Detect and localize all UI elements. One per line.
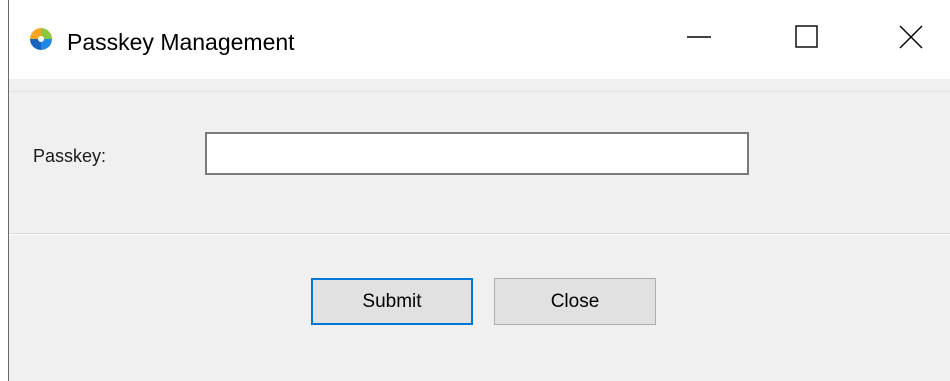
maximize-icon xyxy=(794,24,820,55)
close-icon xyxy=(898,24,924,55)
close-window-button[interactable] xyxy=(872,0,950,79)
app-logo-icon xyxy=(28,26,54,52)
close-button[interactable]: Close xyxy=(494,278,656,325)
top-divider xyxy=(9,91,950,92)
passkey-input[interactable] xyxy=(205,132,749,175)
window-title: Passkey Management xyxy=(67,29,295,55)
title-bar[interactable]: Passkey Management xyxy=(9,0,950,79)
submit-button[interactable]: Submit xyxy=(311,278,473,325)
passkey-label: Passkey: xyxy=(33,146,107,166)
maximize-button[interactable] xyxy=(768,0,846,79)
passkey-management-window: Passkey Management Passkey: Submit Close xyxy=(8,0,950,381)
minimize-button[interactable] xyxy=(660,0,738,79)
minimize-icon xyxy=(686,24,712,55)
button-area-divider xyxy=(9,233,950,235)
